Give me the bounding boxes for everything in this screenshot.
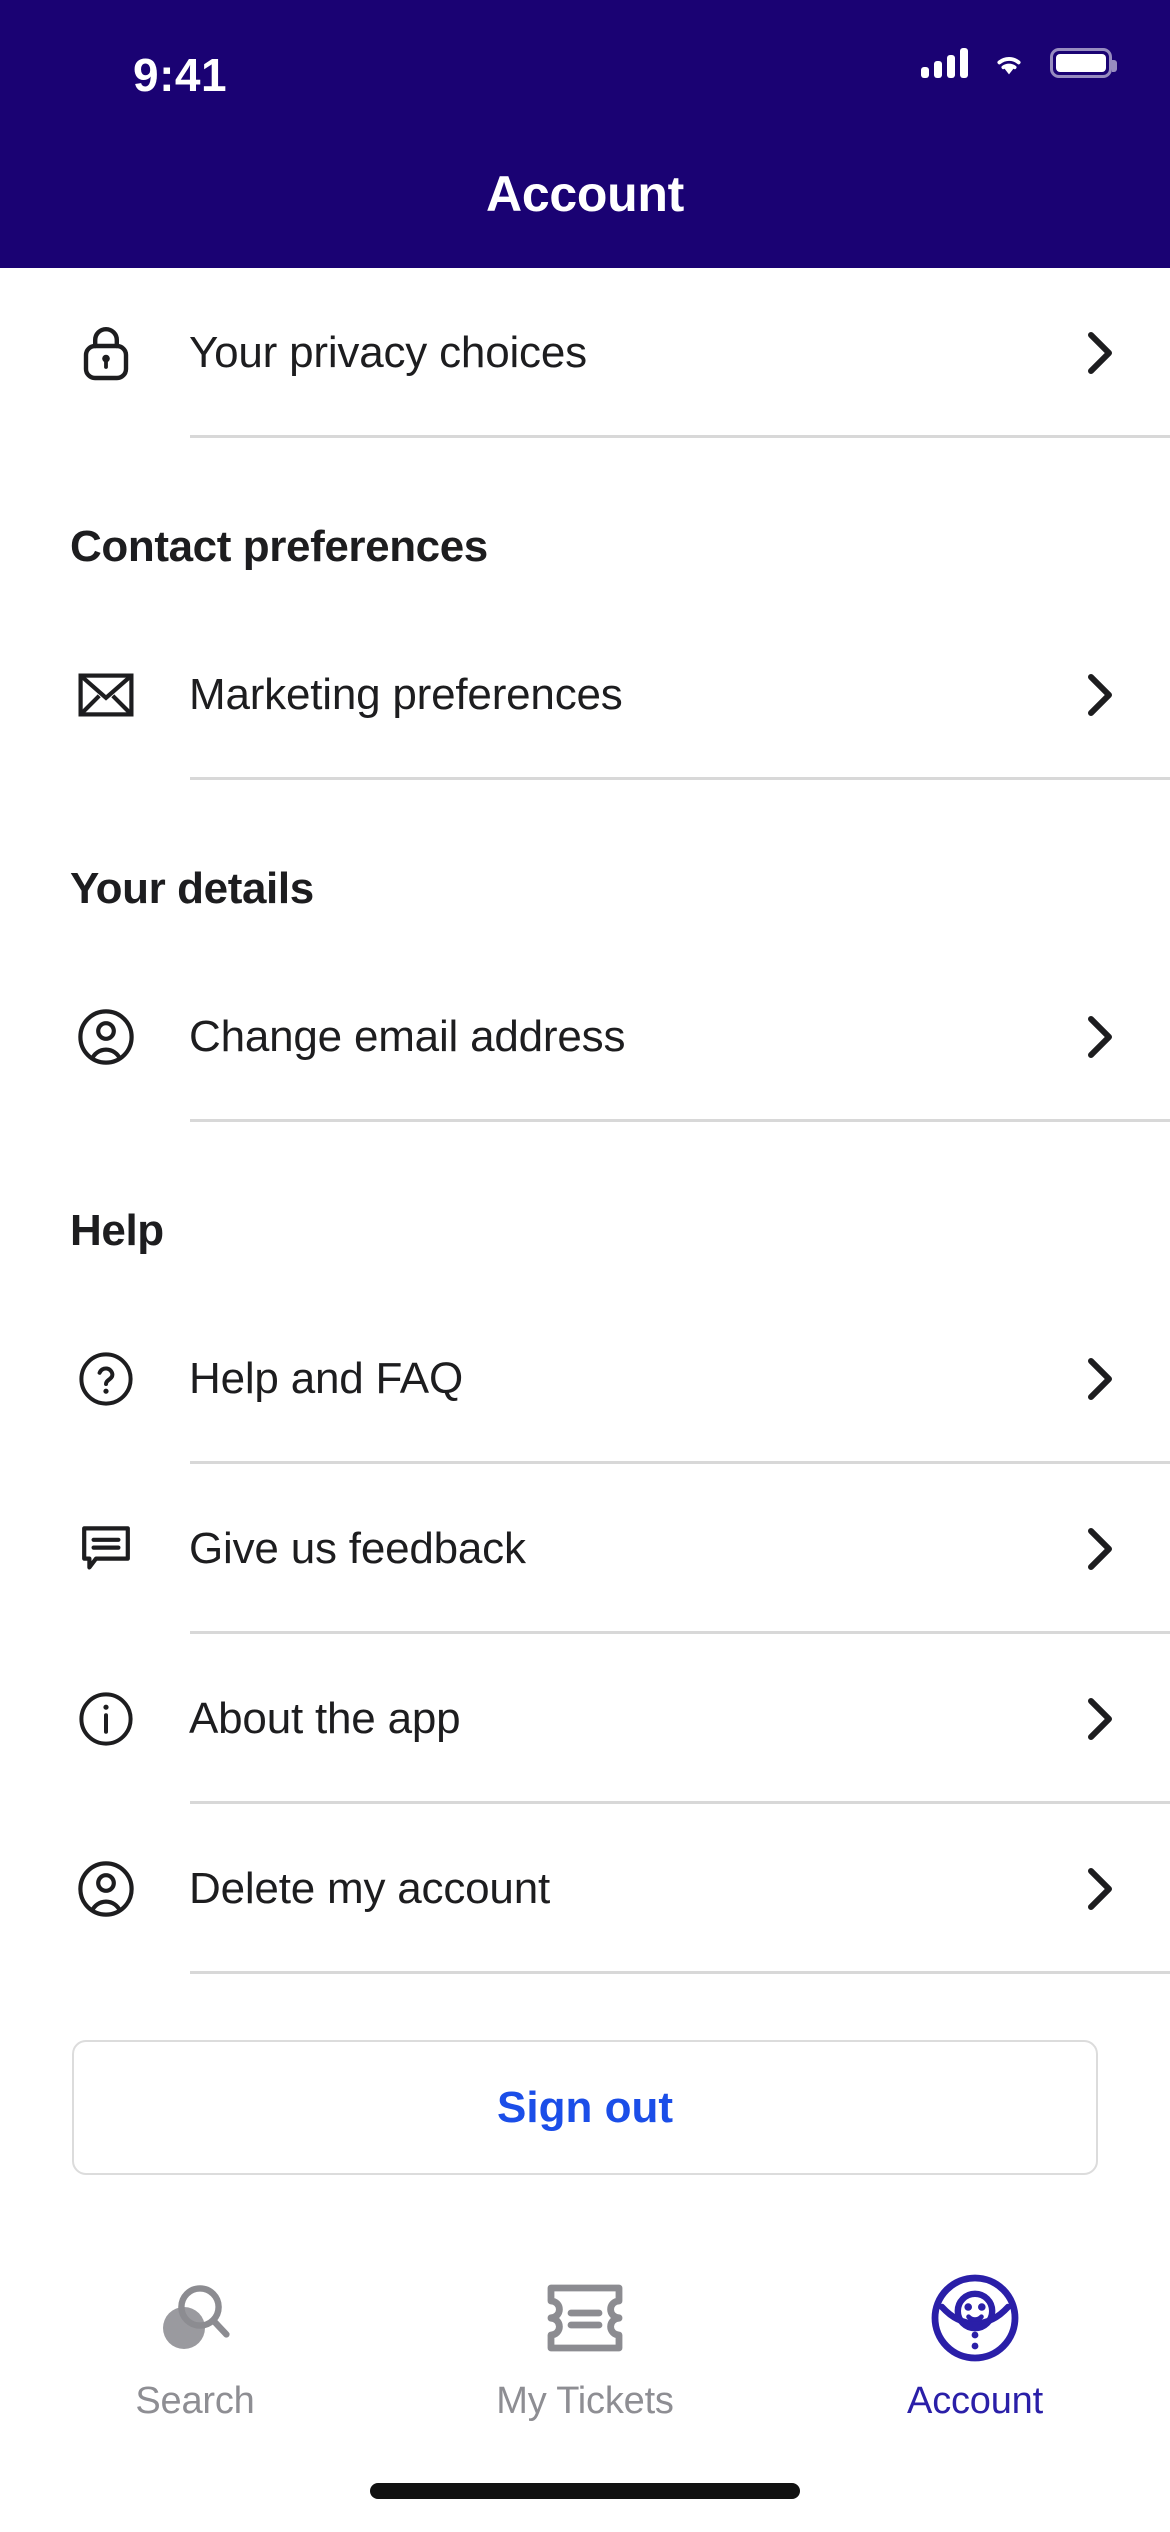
chevron-right-icon [1070,1867,1130,1911]
question-circle-icon [70,1343,142,1415]
settings-row-help-and-faq[interactable]: Help and FAQ [0,1294,1170,1464]
settings-row-label: Give us feedback [189,1524,526,1573]
settings-list: Your privacy choices Contact preferences… [0,268,1170,2244]
settings-row-about-the-app[interactable]: About the app [0,1634,1170,1804]
row-divider [190,1119,1170,1122]
status-bar-icons [921,48,1117,78]
settings-row-label: Help and FAQ [189,1354,463,1403]
app-screen: 9:41 Account Your privacy choices Contac… [0,0,1170,2532]
info-circle-icon [70,1683,142,1755]
envelope-icon [70,659,142,731]
wifi-icon [997,57,1021,75]
lock-icon [70,317,142,389]
tab-search[interactable]: Search [0,2266,390,2423]
settings-row-delete-my-account[interactable]: Delete my account [0,1804,1170,1974]
row-divider [190,777,1170,780]
chevron-right-icon [1070,673,1130,717]
speech-bubble-icon [70,1513,142,1585]
tab-label: Account [907,2380,1043,2422]
home-indicator [370,2483,800,2499]
status-bar-time: 9:41 [133,49,228,101]
cellular-signal-icon [921,48,968,78]
settings-row-label: Marketing preferences [189,670,623,719]
tab-label: My Tickets [496,2380,674,2422]
section-heading-help: Help [70,1206,164,1255]
settings-row-change-email-address[interactable]: Change email address [0,952,1170,1122]
account-avatar-icon [929,2266,1021,2370]
battery-icon [1050,48,1117,78]
settings-row-label: Change email address [189,1012,626,1061]
settings-row-your-privacy-choices[interactable]: Your privacy choices [0,268,1170,438]
chevron-right-icon [1070,331,1130,375]
ticket-icon [537,2266,633,2370]
tab-label: Search [135,2380,255,2422]
tab-account[interactable]: Account [780,2266,1170,2423]
row-divider [190,1971,1170,1974]
sign-out-button[interactable]: Sign out [72,2040,1098,2175]
settings-row-marketing-preferences[interactable]: Marketing preferences [0,610,1170,780]
sign-out-container: Sign out [0,1974,1170,2175]
status-bar: 9:41 [0,0,1170,101]
app-header: 9:41 Account [0,0,1170,268]
tab-my-tickets[interactable]: My Tickets [390,2266,780,2423]
chevron-right-icon [1070,1527,1130,1571]
settings-row-give-us-feedback[interactable]: Give us feedback [0,1464,1170,1634]
chevron-right-icon [1070,1015,1130,1059]
settings-row-label: About the app [189,1694,461,1743]
settings-row-label: Delete my account [189,1864,550,1913]
section-heading-your-details: Your details [70,864,314,913]
chevron-right-icon [1070,1357,1130,1401]
section-heading-contact-preferences: Contact preferences [70,522,488,571]
person-circle-icon [70,1001,142,1073]
row-divider [190,435,1170,438]
chevron-right-icon [1070,1697,1130,1741]
search-icon [147,2266,243,2370]
page-title: Account [486,166,684,222]
settings-row-label: Your privacy choices [189,328,587,377]
person-circle-icon [70,1853,142,1925]
